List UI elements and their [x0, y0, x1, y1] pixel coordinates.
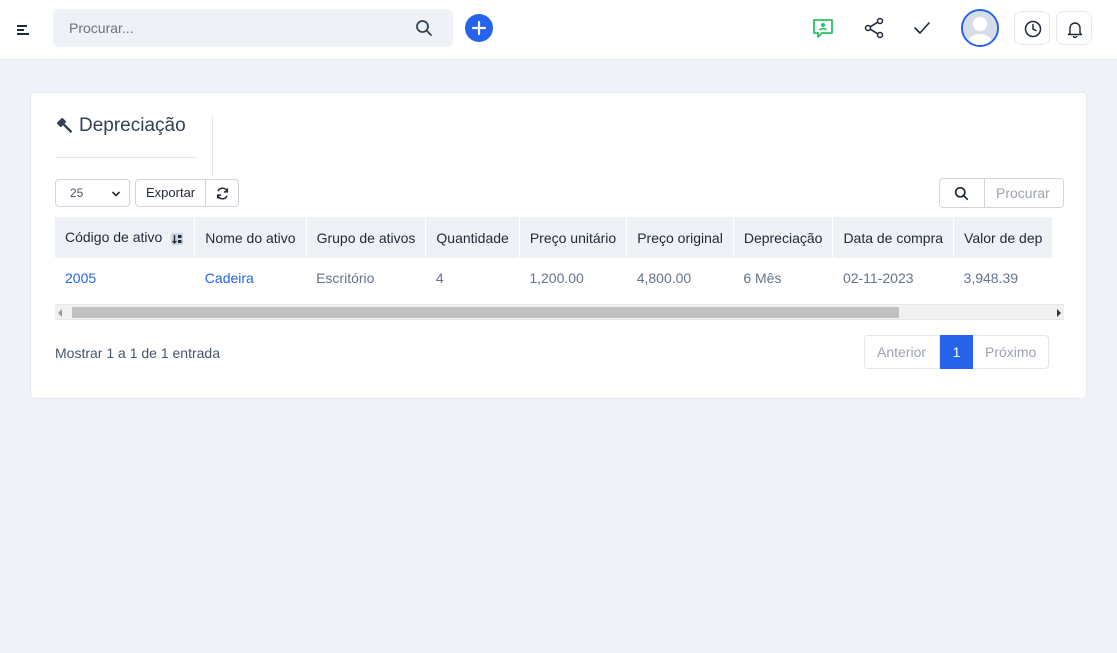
column-header[interactable]: Depreciação — [733, 217, 834, 258]
horizontal-scrollbar[interactable] — [55, 304, 1064, 320]
page-title-text: Depreciação — [79, 115, 186, 136]
top-navbar — [0, 0, 1117, 60]
gavel-icon — [56, 117, 73, 134]
table-cell: Cadeira — [194, 258, 307, 297]
table-header-row: Código de ativo Nome do ativo Grupo de a… — [55, 217, 1054, 258]
export-button[interactable]: Exportar — [135, 179, 206, 207]
plus-icon — [471, 20, 487, 36]
title-vertical-divider — [212, 115, 213, 177]
clock-icon[interactable] — [1014, 11, 1050, 45]
asset-code-link[interactable]: 2005 — [65, 270, 96, 286]
table-row: 2005 Cadeira Escritório 4 1,200.00 4,800… — [55, 258, 1053, 297]
menu-toggle-icon[interactable] — [14, 20, 34, 40]
bell-icon[interactable] — [1056, 11, 1092, 45]
table-cell: 02-11-2023 — [832, 258, 954, 297]
scroll-right-icon[interactable] — [1057, 309, 1061, 317]
reload-button[interactable] — [206, 179, 239, 207]
table-cell: 3,948.39 — [953, 258, 1053, 297]
share-icon[interactable] — [862, 16, 886, 40]
search-icon[interactable] — [415, 19, 433, 37]
global-search-input[interactable] — [53, 9, 453, 47]
check-icon[interactable] — [910, 16, 934, 40]
refresh-icon — [216, 187, 229, 200]
table-cell: 4,800.00 — [626, 258, 734, 297]
title-divider — [55, 157, 197, 158]
column-header[interactable]: Data de compra — [832, 217, 955, 258]
table-cell: 4 — [425, 258, 520, 297]
table-cell: Escritório — [306, 258, 426, 297]
table-search-input[interactable] — [986, 179, 1063, 207]
asset-name-link[interactable]: Cadeira — [205, 270, 254, 286]
current-page-button[interactable]: 1 — [940, 335, 973, 369]
column-header[interactable]: Nome do ativo — [194, 217, 307, 258]
table-toolbar: Exportar — [135, 179, 239, 207]
column-header[interactable]: Valor de dep — [953, 217, 1054, 258]
chevron-down-icon — [111, 191, 121, 197]
column-header[interactable]: Código de ativo — [55, 217, 196, 258]
search-icon — [940, 179, 985, 207]
column-header[interactable]: Preço unitário — [519, 217, 628, 258]
column-header[interactable]: Preço original — [626, 217, 734, 258]
pagination: Anterior 1 Próximo — [864, 335, 1049, 369]
next-page-button[interactable]: Próximo — [973, 335, 1049, 369]
table-cell: 1,200.00 — [519, 258, 627, 297]
column-header[interactable]: Grupo de ativos — [306, 217, 427, 258]
depreciation-panel: Depreciação 25 Exportar Código de ativo … — [30, 92, 1087, 399]
table-cell: 2005 — [55, 258, 195, 297]
sort-icon — [171, 232, 184, 245]
chat-support-icon[interactable] — [811, 16, 835, 40]
depreciation-table: Código de ativo Nome do ativo Grupo de a… — [55, 217, 1054, 297]
depreciation-table-wrapper: Código de ativo Nome do ativo Grupo de a… — [55, 217, 1064, 297]
column-header[interactable]: Quantidade — [425, 217, 520, 258]
table-search — [939, 178, 1064, 208]
page-title: Depreciação — [55, 115, 186, 137]
scrollbar-thumb[interactable] — [72, 307, 899, 318]
previous-page-button[interactable]: Anterior — [864, 335, 940, 369]
quick-add-button[interactable] — [465, 14, 493, 42]
table-cell: 6 Mês — [733, 258, 833, 297]
scroll-left-icon[interactable] — [58, 309, 62, 317]
page-length-value: 25 — [70, 186, 84, 200]
global-search — [53, 9, 453, 47]
avatar[interactable] — [961, 9, 999, 47]
page-length-select[interactable]: 25 — [55, 179, 130, 207]
table-info: Mostrar 1 a 1 de 1 entrada — [55, 345, 220, 361]
